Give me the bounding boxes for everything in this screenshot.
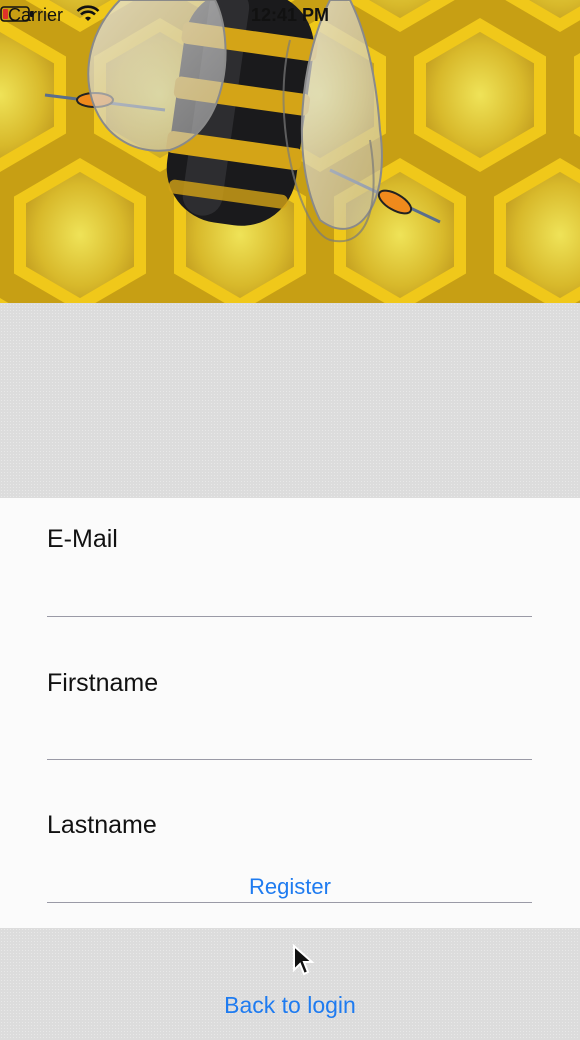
mouse-pointer-icon (293, 944, 315, 976)
spacer-top (0, 303, 580, 498)
email-label: E-Mail (47, 525, 118, 553)
back-to-login-button[interactable]: Back to login (0, 992, 580, 1019)
firstname-field[interactable] (47, 759, 532, 760)
hero-image: Carrier 12:41 PM (0, 0, 580, 303)
battery-icon (0, 6, 33, 22)
status-time: 12:41 PM (250, 5, 330, 25)
lastname-label: Lastname (47, 811, 157, 839)
registration-form: E-Mail Firstname Lastname (0, 498, 580, 928)
email-field[interactable] (47, 616, 532, 617)
register-button[interactable]: Register (0, 874, 580, 900)
lastname-field[interactable] (47, 902, 532, 903)
footer-area (0, 928, 580, 1040)
firstname-label: Firstname (47, 669, 159, 697)
honeycomb-bee-illustration (0, 0, 580, 303)
status-bar: Carrier 12:41 PM (0, 0, 580, 30)
